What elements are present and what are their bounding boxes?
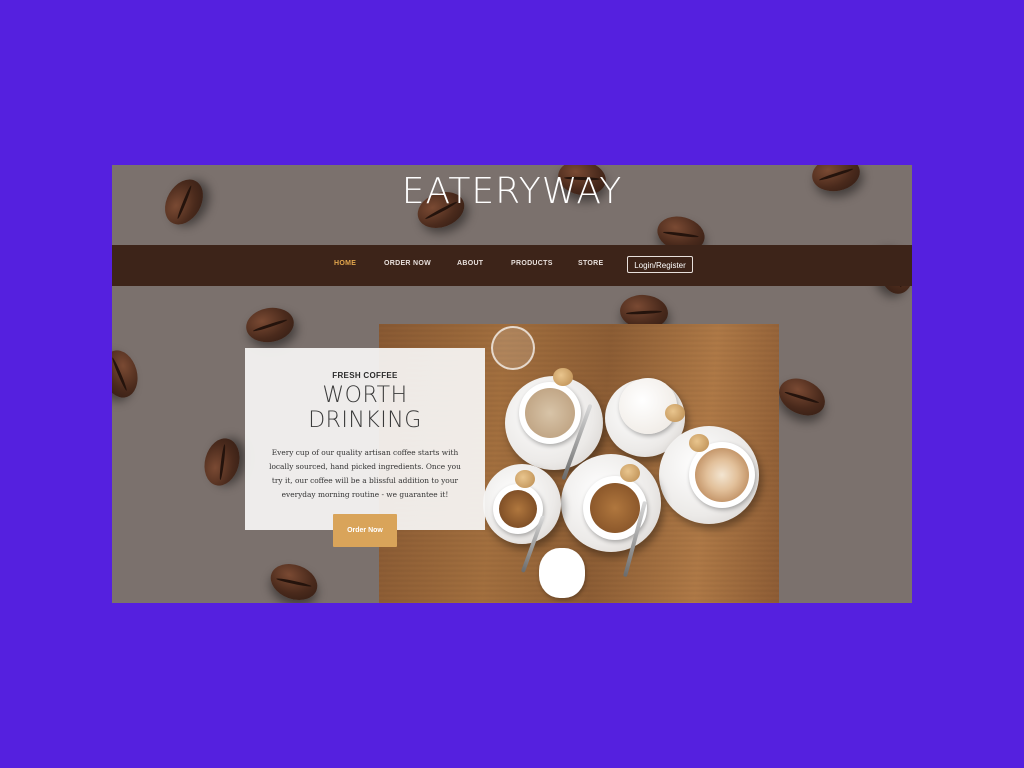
cookie-image	[665, 404, 685, 422]
cookie-image	[553, 368, 573, 386]
milk-jug-image	[539, 548, 585, 598]
nav-item-products[interactable]: PRODUCTS	[511, 260, 553, 267]
hero-headline-line1: WORTH	[322, 383, 408, 408]
cookie-image	[620, 464, 640, 482]
coffee-bean-decoration	[112, 346, 143, 402]
glass-jar-image	[491, 326, 535, 370]
login-register-button[interactable]: Login/Register	[627, 256, 693, 273]
hero-card: FRESH COFFEE WORTH DRINKING Every cup of…	[245, 348, 485, 547]
hero-headline-line2: DRINKING	[308, 408, 422, 433]
nav-item-store[interactable]: STORE	[578, 260, 604, 267]
hero-eyebrow: FRESH COFFEE	[332, 371, 398, 380]
coffee-bean-decoration	[199, 434, 245, 490]
main-navbar: HOME ORDER NOW ABOUT PRODUCTS STORE Logi…	[112, 245, 912, 286]
coffee-bean-decoration	[773, 371, 831, 423]
coffee-image	[590, 483, 640, 533]
nav-item-home[interactable]: HOME	[334, 260, 356, 267]
website-frame: EATERYWAY HOME ORDER NOW ABOUT PRODUCTS …	[112, 165, 912, 603]
coffee-image	[525, 388, 575, 438]
cookie-image	[515, 470, 535, 488]
cookie-image	[689, 434, 709, 452]
coffee-bean-decoration	[243, 304, 297, 346]
nav-item-order-now[interactable]: ORDER NOW	[384, 260, 431, 267]
brand-logo[interactable]: EATERYWAY	[112, 171, 912, 212]
latte-art-image	[695, 448, 749, 502]
coffee-image	[499, 490, 537, 528]
coffee-bean-decoration	[265, 557, 323, 603]
nav-item-about[interactable]: ABOUT	[457, 260, 483, 267]
hero-description: Every cup of our quality artisan coffee …	[269, 448, 461, 499]
order-now-button[interactable]: Order Now	[333, 514, 397, 547]
